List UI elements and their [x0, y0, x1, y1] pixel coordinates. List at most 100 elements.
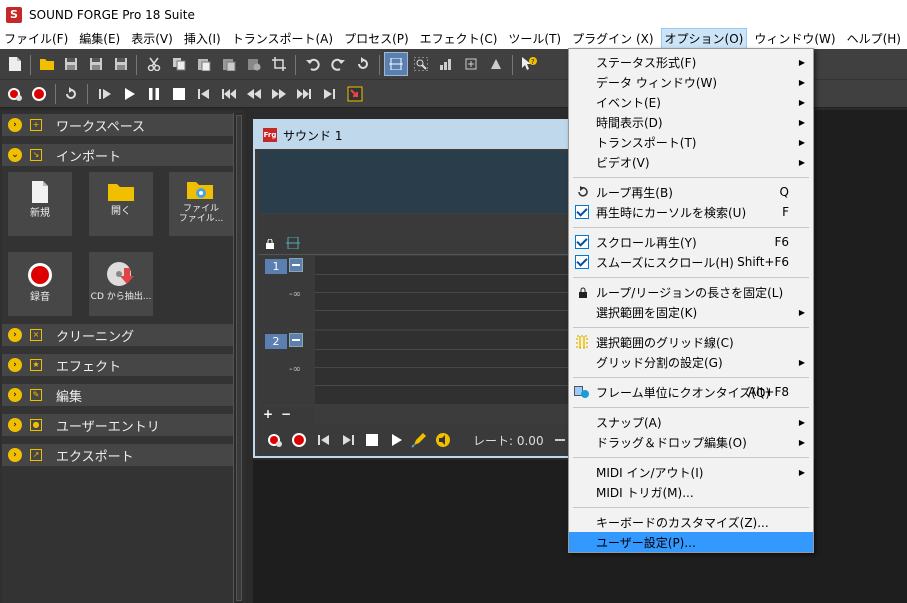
menu-effects[interactable]: エフェクト(C) — [417, 29, 501, 49]
open-tile[interactable]: 開く — [89, 172, 153, 236]
pencil-icon[interactable] — [411, 432, 427, 448]
menu-item-preferences[interactable]: ユーザー設定(P)... — [569, 532, 813, 552]
menu-options[interactable]: オプション(O) — [660, 28, 748, 50]
copy-icon[interactable] — [168, 53, 190, 75]
menu-item-grid-division[interactable]: グリッド分割の設定(G) ▶ — [571, 352, 811, 372]
record-icon[interactable] — [291, 432, 307, 448]
open-folder-icon[interactable] — [36, 53, 58, 75]
expand-chevron-icon[interactable]: › — [8, 328, 22, 342]
expand-chevron-icon[interactable]: › — [8, 388, 22, 402]
zoom-out-button[interactable]: − — [281, 407, 291, 421]
help-cursor-icon[interactable]: ? — [518, 53, 540, 75]
play-icon[interactable] — [389, 433, 403, 447]
new-tile[interactable]: 新規 — [8, 172, 72, 236]
menu-item-event[interactable]: イベント(E) ▶ — [571, 92, 811, 112]
next-marker-icon[interactable] — [293, 83, 315, 105]
rewind-icon[interactable] — [243, 83, 265, 105]
event-tool-icon[interactable] — [460, 53, 482, 75]
section-workspace[interactable]: › + ワークスペース — [2, 114, 233, 136]
expand-chevron-icon[interactable]: › — [8, 448, 22, 462]
export-region-icon[interactable] — [344, 83, 366, 105]
menu-item-time-display[interactable]: 時間表示(D) ▶ — [571, 112, 811, 132]
expand-chevron-icon[interactable]: › — [8, 118, 22, 132]
repeat-icon[interactable] — [352, 53, 374, 75]
menu-window[interactable]: ウィンドウ(W) — [751, 29, 838, 49]
loop-playback-icon[interactable] — [60, 83, 82, 105]
record-settings-icon[interactable] — [4, 83, 26, 105]
section-export[interactable]: › ↗ エクスポート — [2, 444, 233, 466]
menu-item-data-window[interactable]: データ ウィンドウ(W) ▶ — [571, 72, 811, 92]
menu-plugins[interactable]: プラグイン (X) — [569, 29, 656, 49]
menu-view[interactable]: 表示(V) — [128, 29, 176, 49]
cd-extract-tile[interactable]: CD から抽出... — [89, 252, 153, 316]
channel-minimize-button[interactable] — [289, 333, 303, 347]
menu-edit[interactable]: 編集(E) — [76, 29, 123, 49]
menu-item-status-format[interactable]: ステータス形式(F) ▶ — [571, 52, 811, 72]
menu-item-midi-trigger[interactable]: MIDI トリガ(M)... — [571, 482, 811, 502]
record-tile[interactable]: 録音 — [8, 252, 72, 316]
menu-item-customize-keyboard[interactable]: キーボードのカスタマイズ(Z)... — [571, 512, 811, 532]
new-file-icon[interactable] — [4, 53, 26, 75]
lock-icon[interactable] — [265, 239, 275, 249]
pause-icon[interactable] — [143, 83, 165, 105]
menu-item-transport[interactable]: トランスポート(T) ▶ — [571, 132, 811, 152]
previous-marker-icon[interactable] — [218, 83, 240, 105]
menu-file[interactable]: ファイル(F) — [1, 29, 71, 49]
left-panel-scrollbar[interactable] — [233, 113, 243, 603]
menu-item-video[interactable]: ビデオ(V) ▶ — [571, 152, 811, 172]
section-edit[interactable]: › ✎ 編集 — [2, 384, 233, 406]
file-browser-tile[interactable]: ファイル ファイル... — [169, 172, 233, 236]
menu-process[interactable]: プロセス(P) — [341, 29, 412, 49]
save-all-icon[interactable] — [110, 53, 132, 75]
menu-item-midi-in-out[interactable]: MIDI イン/アウト(I) ▶ — [571, 462, 811, 482]
undo-icon[interactable] — [302, 53, 324, 75]
record-icon[interactable] — [28, 83, 50, 105]
menu-help[interactable]: ヘルプ(H) — [844, 29, 904, 49]
mix-icon[interactable] — [243, 53, 265, 75]
stop-icon[interactable] — [168, 83, 190, 105]
magnify-tool-icon[interactable] — [410, 53, 432, 75]
menu-item-scroll-playback[interactable]: スクロール再生(Y) F6 — [571, 232, 811, 252]
save-icon[interactable] — [60, 53, 82, 75]
collapse-chevron-icon[interactable]: ⌄ — [8, 148, 22, 162]
menu-transport[interactable]: トランスポート(A) — [229, 29, 336, 49]
paste-icon[interactable] — [193, 53, 215, 75]
snap-icon[interactable] — [485, 53, 507, 75]
cut-icon[interactable] — [143, 53, 165, 75]
edit-tool-icon[interactable] — [285, 237, 301, 249]
fast-forward-icon[interactable] — [268, 83, 290, 105]
scrollbar-thumb[interactable] — [236, 115, 242, 601]
expand-chevron-icon[interactable]: › — [8, 418, 22, 432]
go-to-start-icon[interactable] — [317, 433, 331, 447]
redo-icon[interactable] — [327, 53, 349, 75]
play-all-icon[interactable] — [94, 83, 116, 105]
menu-item-lock-selection[interactable]: 選択範囲を固定(K) ▶ — [571, 302, 811, 322]
go-to-start-icon[interactable] — [193, 83, 215, 105]
menu-item-quantize-frames[interactable]: フレーム単位にクオンタイズ(Q) Alt+F8 — [571, 382, 811, 402]
menu-item-scroll-to-cursor[interactable]: 再生時にカーソルを検索(U) F — [571, 202, 811, 222]
menu-item-loop-playback[interactable]: ループ再生(B) Q — [571, 182, 811, 202]
menu-insert[interactable]: 挿入(I) — [181, 29, 224, 49]
expand-chevron-icon[interactable]: › — [8, 358, 22, 372]
section-import[interactable]: ⌄ ↘ インポート — [2, 144, 233, 166]
menu-item-snap[interactable]: スナップ(A) ▶ — [571, 412, 811, 432]
section-effects[interactable]: › ★ エフェクト — [2, 354, 233, 376]
paste-special-icon[interactable] — [218, 53, 240, 75]
edit-tool-icon[interactable] — [384, 52, 408, 76]
go-to-end-icon[interactable] — [318, 83, 340, 105]
menu-item-smooth-scroll[interactable]: スムーズにスクロール(H) Shift+F6 — [571, 252, 811, 272]
menu-tools[interactable]: ツール(T) — [505, 29, 564, 49]
section-user-entry[interactable]: › ● ユーザーエントリ — [2, 414, 233, 436]
rate-slider[interactable] — [555, 439, 565, 441]
zoom-in-button[interactable]: + — [263, 407, 273, 421]
pencil-tool-icon[interactable] — [435, 53, 457, 75]
go-to-end-icon[interactable] — [341, 433, 355, 447]
menu-item-drag-drop-edit[interactable]: ドラッグ＆ドロップ編集(O) ▶ — [571, 432, 811, 452]
menu-item-lock-loop-length[interactable]: ループ/リージョンの長さを固定(L) — [571, 282, 811, 302]
record-settings-icon[interactable] — [267, 432, 283, 448]
crop-icon[interactable] — [268, 53, 290, 75]
channel-minimize-button[interactable] — [289, 258, 303, 272]
save-as-icon[interactable] — [85, 53, 107, 75]
menu-item-selection-grid-lines[interactable]: 選択範囲のグリッド線(C) — [571, 332, 811, 352]
section-cleaning[interactable]: › × クリーニング — [2, 324, 233, 346]
